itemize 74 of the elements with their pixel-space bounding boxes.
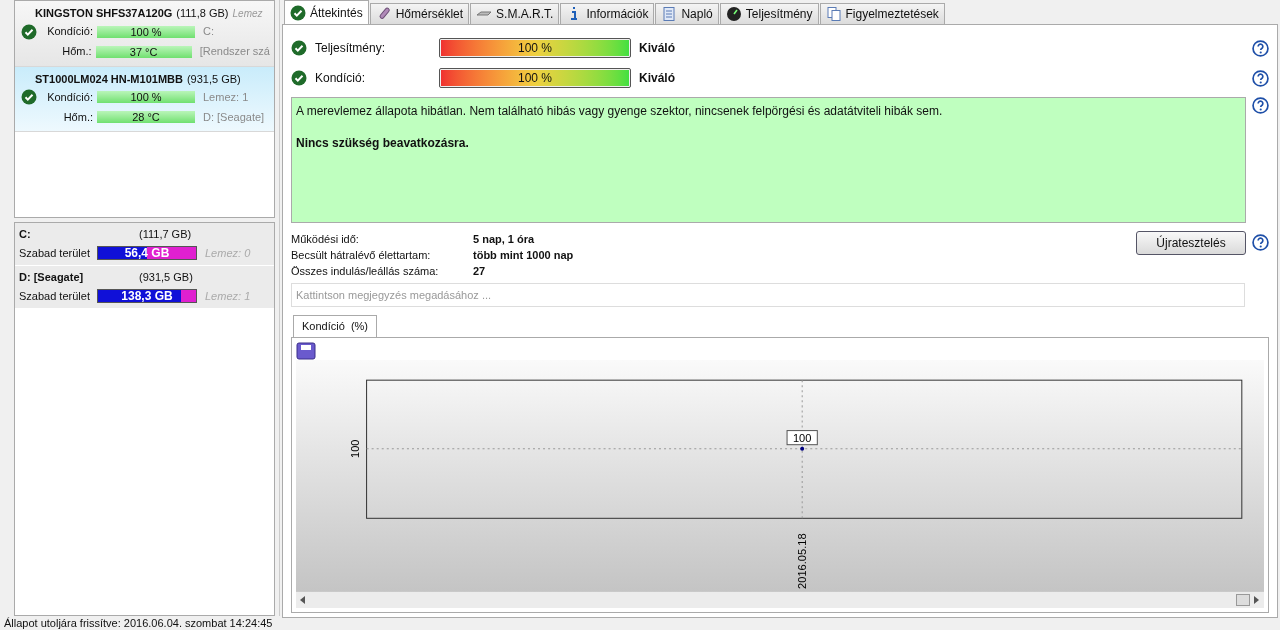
disk-name: ST1000LM024 HN-M101MBB <box>35 71 183 87</box>
free-space-value: 138,3 GB <box>121 288 173 305</box>
volume-name: D: [Seagate] <box>19 269 85 285</box>
reading-value: 100 % <box>97 25 195 38</box>
chart-tab[interactable]: Kondíció (%) <box>293 315 378 337</box>
disk-size: (931,5 GB) <box>186 71 241 87</box>
metric-label: Teljesítmény: <box>315 40 387 57</box>
tab[interactable]: Információk <box>560 3 655 24</box>
reading-value: 100 % <box>97 91 195 103</box>
metric-value: 100 % <box>518 40 552 57</box>
tab[interactable]: Figyelmeztetések <box>819 3 945 24</box>
free-space-label: Szabad terület <box>19 245 91 261</box>
help-icon[interactable] <box>1252 97 1269 114</box>
stat-label: Működési idő: <box>291 232 360 247</box>
data-point <box>800 446 805 451</box>
disk-number: Lemez: 1 <box>205 288 251 304</box>
scroll-thumb[interactable] <box>1236 593 1250 606</box>
help-icon[interactable] <box>1252 39 1269 57</box>
y-axis-label: 100 <box>348 439 361 458</box>
help-icon[interactable] <box>1252 234 1269 251</box>
stat-value: 27 <box>473 264 486 279</box>
row-label: Hőm.: <box>61 44 93 60</box>
free-space-label: Szabad terület <box>19 288 91 304</box>
reading-value: 28 °C <box>97 111 195 123</box>
stat-label: Becsült hátralévő élettartam: <box>291 248 432 263</box>
note-field[interactable]: Kattintson megjegyzés megadásához ... <box>291 283 1245 307</box>
row-detail: C: <box>203 24 214 40</box>
pages-icon <box>825 6 842 22</box>
row-label: Kondíció: <box>46 89 94 105</box>
reading-value: 37 °C <box>95 45 192 58</box>
x-axis-label: 2016.05.18 <box>796 533 809 589</box>
disk-number: Lemez <box>232 7 263 21</box>
scroll-left-icon[interactable] <box>300 595 306 604</box>
retest-button[interactable]: Újratesztelés <box>1136 231 1246 255</box>
gauge-icon <box>725 6 742 22</box>
document-icon <box>661 6 678 22</box>
data-label: 100 <box>786 430 818 446</box>
tab[interactable]: Hőmérséklet <box>369 3 470 24</box>
status-message: A merevlemez állapota hibátlan. Nem található hibás vagy gyenge szektor, nincsenek felpörgési és adatátviteli hibák sem. <box>296 103 944 120</box>
volume-size: (111,7 GB) <box>139 226 192 242</box>
help-icon[interactable] <box>1252 69 1269 87</box>
status-bar-text: Állapot utoljára frissítve: 2016.06.04. szombat 14:24:45 <box>4 617 273 629</box>
disk-name: KINGSTON SHFS37A120G <box>35 6 173 21</box>
row-detail: [Rendszer szá <box>199 44 270 60</box>
metric-value: 100 % <box>518 70 552 87</box>
disk-number: Lemez: 0 <box>205 245 251 261</box>
row-label: Kondíció: <box>46 24 94 40</box>
tab[interactable]: Teljesítmény <box>719 3 819 24</box>
disk-size: (111,8 GB) <box>176 6 229 21</box>
scroll-right-icon[interactable] <box>1254 595 1260 604</box>
save-icon[interactable] <box>296 342 316 360</box>
status-check-icon <box>21 23 37 40</box>
row-detail: D: [Seagate] <box>203 109 265 125</box>
volume-card[interactable]: D: [Seagate] (931,5 GB) Szabad terület 138,3 GB Lemez: 1 <box>15 266 274 309</box>
stat-label: Összes indulás/leállás száma: <box>291 264 440 279</box>
disk-card[interactable]: ST1000LM024 HN-M101MBB (931,5 GB) Kondíció: 100 % Lemez: 1 Hőm.: 28 °C D: [Seagate] <box>15 66 274 132</box>
tab[interactable]: Napló <box>655 3 719 24</box>
check-icon <box>290 4 306 21</box>
tab[interactable]: S.M.A.R.T. <box>470 3 560 24</box>
action-message: Nincs szükség beavatkozásra. <box>296 135 470 152</box>
status-check-icon <box>291 70 307 86</box>
status-check-icon <box>291 40 307 56</box>
volume-size: (931,5 GB) <box>139 269 193 285</box>
stat-value: 5 nap, 1 óra <box>473 232 535 247</box>
row-detail: Lemez: 1 <box>203 89 249 105</box>
metric-label: Kondíció: <box>315 70 367 87</box>
status-check-icon <box>21 89 37 105</box>
disk-card[interactable]: KINGSTON SHFS37A120G (111,8 GB) Lemez Kondíció: 100 % C: Hőm.: 37 °C [Rendszer szá <box>15 1 274 67</box>
volume-name: C: <box>19 226 32 242</box>
row-label: Hőm.: <box>62 109 94 125</box>
tab[interactable]: Áttekintés <box>284 0 369 24</box>
stat-value: több mint 1000 nap <box>473 248 574 263</box>
metric-rating: Kiváló <box>639 70 675 87</box>
metric-rating: Kiváló <box>639 40 675 57</box>
